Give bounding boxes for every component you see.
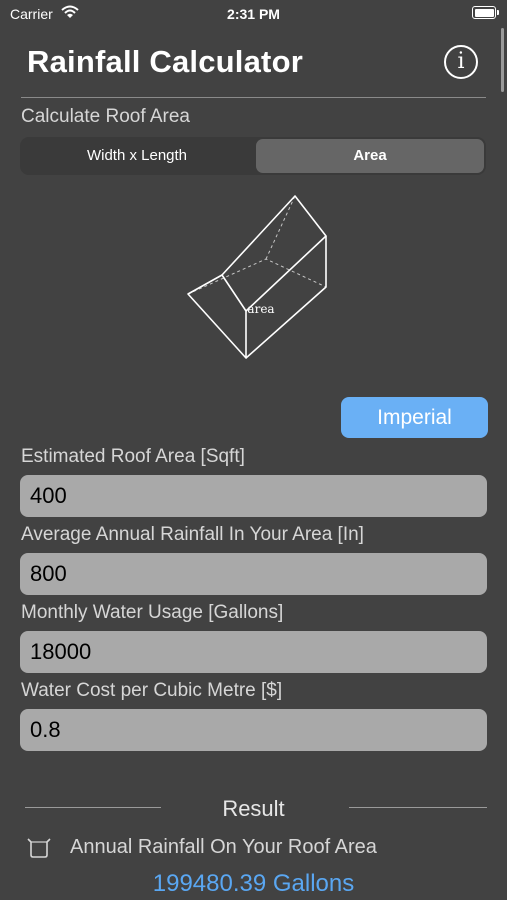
roof-area-field[interactable] <box>20 475 487 517</box>
info-icon: i <box>457 49 465 74</box>
water-cost-label: Water Cost per Cubic Metre [$] <box>21 680 283 701</box>
result-title: Result <box>222 796 285 821</box>
header-divider <box>21 97 486 98</box>
bucket-icon <box>27 838 51 858</box>
water-usage-field[interactable] <box>20 631 487 673</box>
water-usage-label: Monthly Water Usage [Gallons] <box>21 602 284 623</box>
segment-area[interactable]: Area <box>256 139 484 173</box>
page-title: Rainfall Calculator <box>27 44 303 79</box>
info-button[interactable]: i <box>444 45 478 79</box>
units-toggle-button[interactable]: Imperial <box>341 397 488 438</box>
clock: 2:31 PM <box>227 6 280 22</box>
roof-area-label: Estimated Roof Area [Sqft] <box>21 446 245 467</box>
annual-rainfall-value: 199480.39 Gallons <box>152 870 355 897</box>
segment-width-length[interactable]: Width x Length <box>22 139 252 173</box>
water-cost-field[interactable] <box>20 709 487 751</box>
roof-area-diagram: area <box>187 195 327 359</box>
rainfall-label: Average Annual Rainfall In Your Area [In… <box>21 524 364 545</box>
annual-rainfall-label: Annual Rainfall On Your Roof Area <box>70 836 377 858</box>
battery-icon <box>472 6 499 19</box>
result-divider-right <box>349 807 487 808</box>
scroll-indicator[interactable] <box>501 28 504 92</box>
roof-section-label: Calculate Roof Area <box>21 106 190 127</box>
status-bar: Carrier 2:31 PM <box>0 0 507 28</box>
diagram-area-label: area <box>247 302 274 316</box>
rainfall-field[interactable] <box>20 553 487 595</box>
roof-mode-segmented-control[interactable]: Width x Length Area <box>20 137 486 175</box>
